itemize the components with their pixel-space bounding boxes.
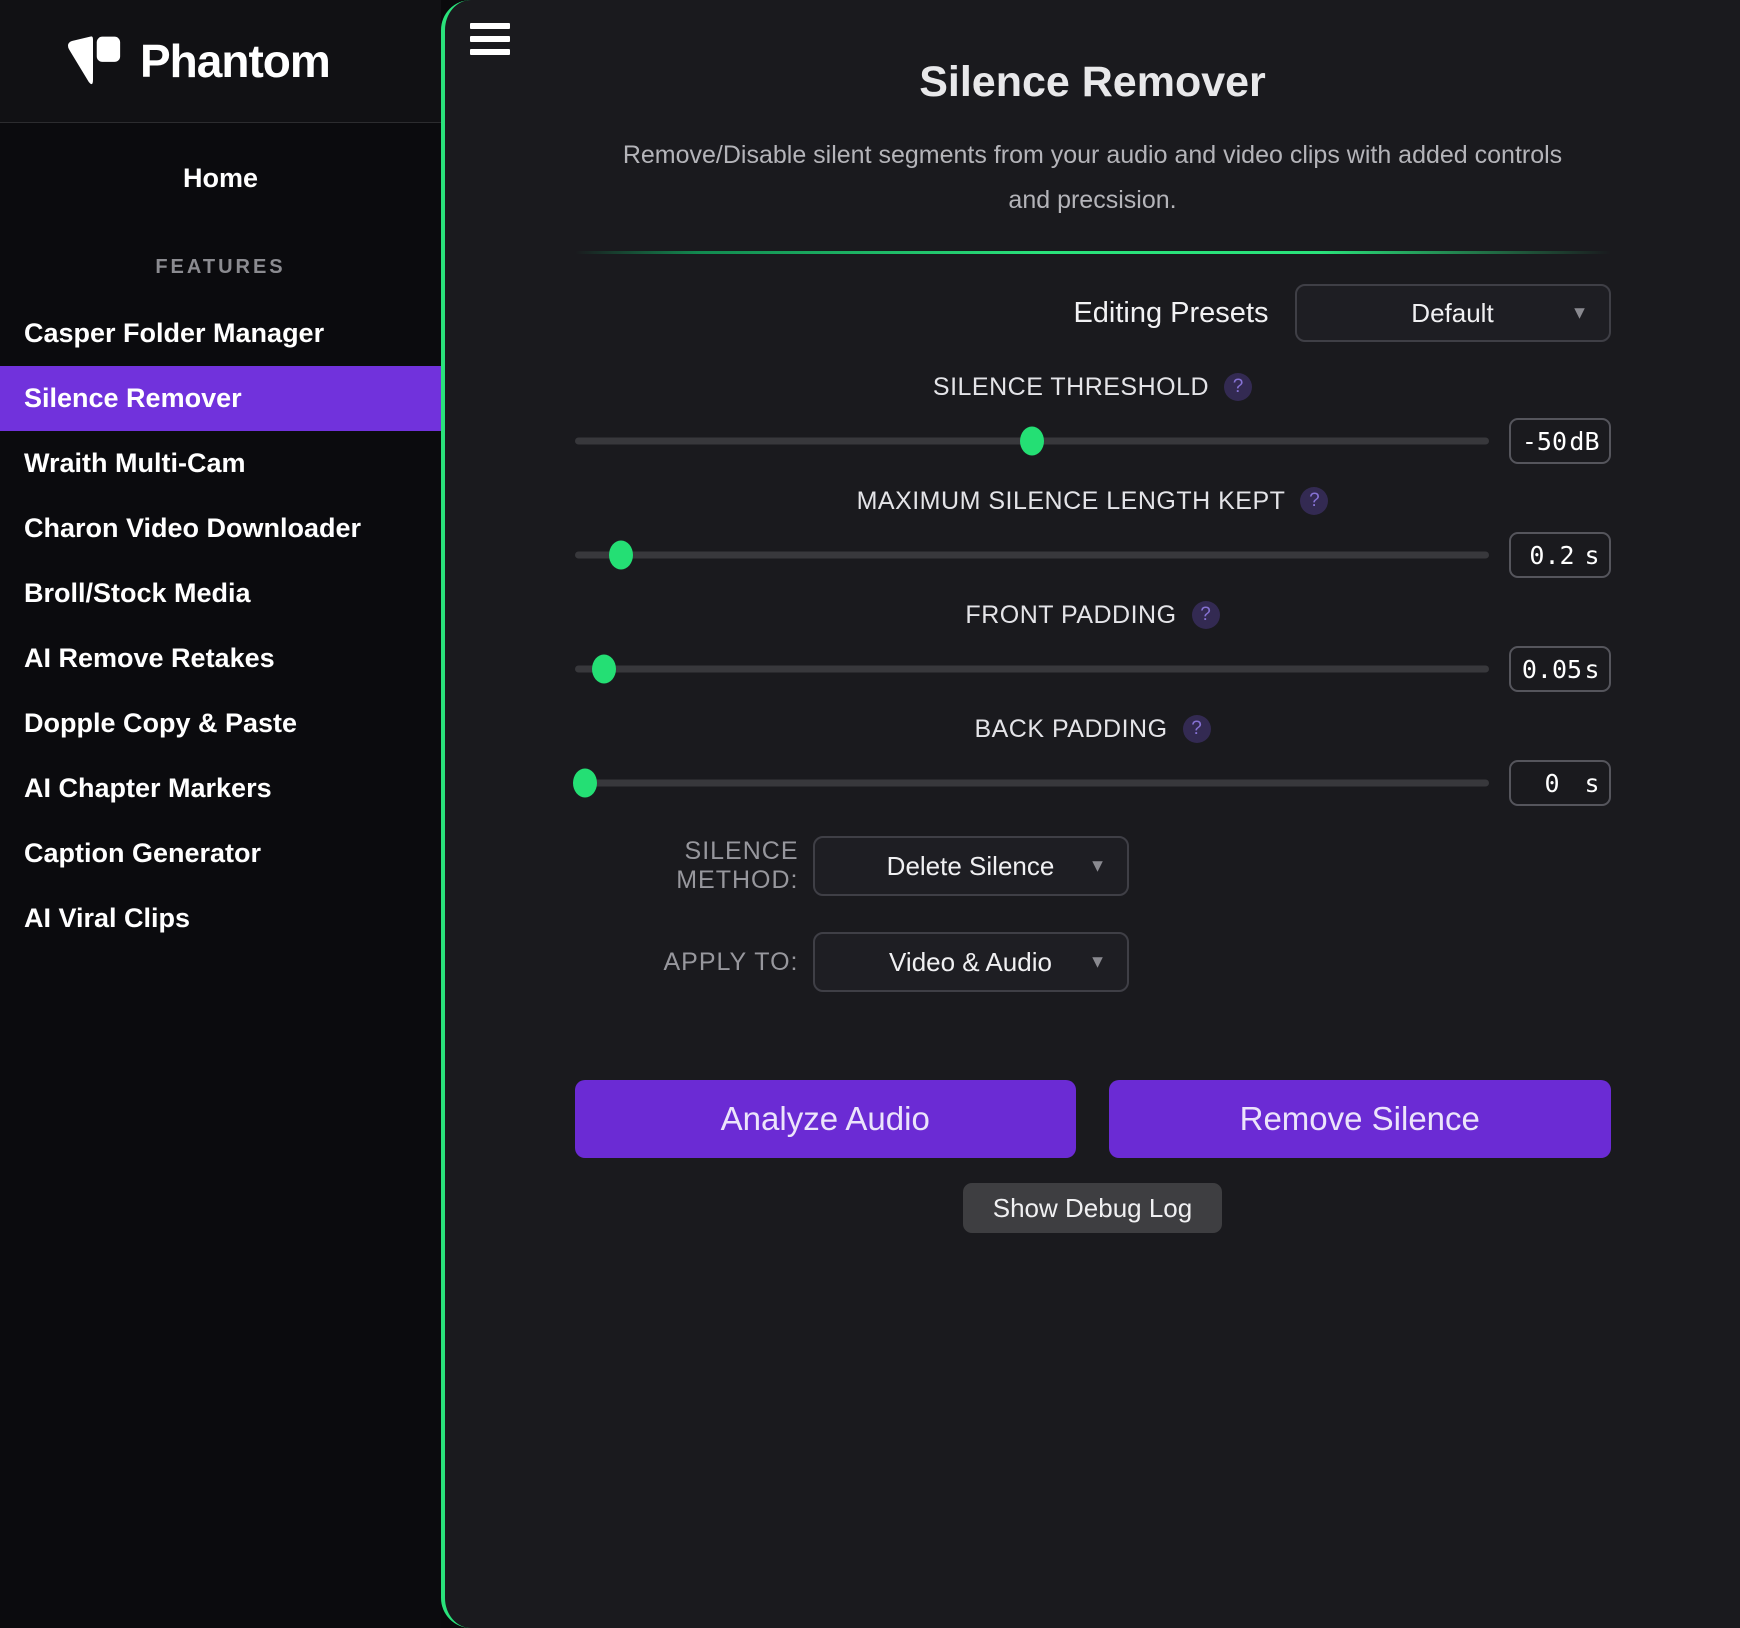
slider-thumb[interactable] [592, 655, 616, 684]
logo-row: Phantom [0, 0, 441, 123]
unit-text: dB [1569, 427, 1599, 456]
green-divider [575, 251, 1611, 254]
back-padding-group: BACK PADDING ? 0 s [575, 714, 1611, 806]
unit-text: s [1584, 655, 1599, 684]
remove-silence-button[interactable]: Remove Silence [1109, 1080, 1611, 1158]
apply-to-label: APPLY TO: [575, 948, 799, 977]
front-padding-label: FRONT PADDING [965, 601, 1176, 630]
silence-method-row: SILENCE METHOD: Delete Silence ▼ [575, 836, 1611, 896]
front-padding-value-box[interactable]: 0.05 s [1509, 646, 1611, 692]
features-section-label: FEATURES [0, 256, 441, 279]
sidebar-item-ai-remove-retakes[interactable]: AI Remove Retakes [0, 626, 441, 691]
front-padding-slider[interactable] [575, 646, 1489, 692]
sidebar-item-charon-video-downloader[interactable]: Charon Video Downloader [0, 496, 441, 561]
slider-thumb[interactable] [609, 541, 633, 570]
presets-dropdown[interactable]: Default ▼ [1295, 284, 1611, 342]
page-title: Silence Remover [575, 58, 1611, 107]
method-section: SILENCE METHOD: Delete Silence ▼ APPLY T… [575, 836, 1611, 992]
silence-method-dropdown[interactable]: Delete Silence ▼ [813, 836, 1129, 896]
max-silence-length-value-box[interactable]: 0.2 s [1509, 532, 1611, 578]
value-text: 0.2 [1520, 541, 1585, 570]
value-text: 0.05 [1520, 655, 1585, 684]
slider-thumb[interactable] [573, 769, 597, 798]
sidebar-item-dopple-copy-paste[interactable]: Dopple Copy & Paste [0, 691, 441, 756]
content-column: Silence Remover Remove/Disable silent se… [575, 58, 1611, 1233]
sidebar-item-broll-stock-media[interactable]: Broll/Stock Media [0, 561, 441, 626]
silence-threshold-group: SILENCE THRESHOLD ? -50 dB [575, 372, 1611, 464]
help-icon[interactable]: ? [1224, 373, 1252, 401]
value-text: 0 [1520, 769, 1585, 798]
sidebar-item-home[interactable]: Home [0, 163, 441, 194]
silence-threshold-slider[interactable] [575, 418, 1489, 464]
back-padding-slider[interactable] [575, 760, 1489, 806]
help-icon[interactable]: ? [1300, 487, 1328, 515]
front-padding-group: FRONT PADDING ? 0.05 s [575, 600, 1611, 692]
value-text: -50 [1520, 427, 1570, 456]
presets-dropdown-value: Default [1297, 298, 1609, 329]
logo-text: Phantom [140, 34, 330, 88]
analyze-audio-button[interactable]: Analyze Audio [575, 1080, 1077, 1158]
main-panel: Silence Remover Remove/Disable silent se… [441, 0, 1740, 1628]
action-buttons-row: Analyze Audio Remove Silence [575, 1080, 1611, 1158]
chevron-down-icon: ▼ [1571, 303, 1589, 324]
max-silence-length-slider[interactable] [575, 532, 1489, 578]
slider-thumb[interactable] [1020, 427, 1044, 456]
show-debug-log-button[interactable]: Show Debug Log [963, 1183, 1222, 1233]
silence-method-value: Delete Silence [815, 851, 1127, 882]
back-padding-value-box[interactable]: 0 s [1509, 760, 1611, 806]
back-padding-label: BACK PADDING [974, 715, 1167, 744]
debug-row: Show Debug Log [575, 1183, 1611, 1233]
sidebar-item-caption-generator[interactable]: Caption Generator [0, 821, 441, 886]
sidebar-item-casper-folder-manager[interactable]: Casper Folder Manager [0, 301, 441, 366]
unit-text: s [1584, 541, 1599, 570]
sidebar-item-ai-chapter-markers[interactable]: AI Chapter Markers [0, 756, 441, 821]
max-silence-length-group: MAXIMUM SILENCE LENGTH KEPT ? 0.2 s [575, 486, 1611, 578]
menu-icon[interactable] [470, 23, 510, 62]
editing-presets-label: Editing Presets [1073, 297, 1268, 330]
apply-to-row: APPLY TO: Video & Audio ▼ [575, 932, 1611, 992]
app-window: Phantom Home FEATURES Casper Folder Mana… [0, 0, 1740, 1628]
sidebar-item-silence-remover[interactable]: Silence Remover [0, 366, 441, 431]
sidebar: Phantom Home FEATURES Casper Folder Mana… [0, 0, 441, 1628]
silence-threshold-value-box[interactable]: -50 dB [1509, 418, 1611, 464]
silence-method-label: SILENCE METHOD: [575, 837, 799, 895]
phantom-logo-icon [64, 33, 122, 89]
chevron-down-icon: ▼ [1089, 952, 1107, 973]
max-silence-length-label: MAXIMUM SILENCE LENGTH KEPT [857, 487, 1286, 516]
sidebar-nav: Casper Folder Manager Silence Remover Wr… [0, 301, 441, 951]
apply-to-dropdown[interactable]: Video & Audio ▼ [813, 932, 1129, 992]
sidebar-item-wraith-multi-cam[interactable]: Wraith Multi-Cam [0, 431, 441, 496]
help-icon[interactable]: ? [1192, 601, 1220, 629]
slider-section: SILENCE THRESHOLD ? -50 dB [575, 372, 1611, 806]
editing-presets-row: Editing Presets Default ▼ [575, 284, 1611, 342]
apply-to-value: Video & Audio [815, 947, 1127, 978]
page-subtitle: Remove/Disable silent segments from your… [603, 133, 1583, 223]
unit-text: s [1584, 769, 1599, 798]
help-icon[interactable]: ? [1183, 715, 1211, 743]
silence-threshold-label: SILENCE THRESHOLD [933, 373, 1209, 402]
chevron-down-icon: ▼ [1089, 856, 1107, 877]
sidebar-item-ai-viral-clips[interactable]: AI Viral Clips [0, 886, 441, 951]
